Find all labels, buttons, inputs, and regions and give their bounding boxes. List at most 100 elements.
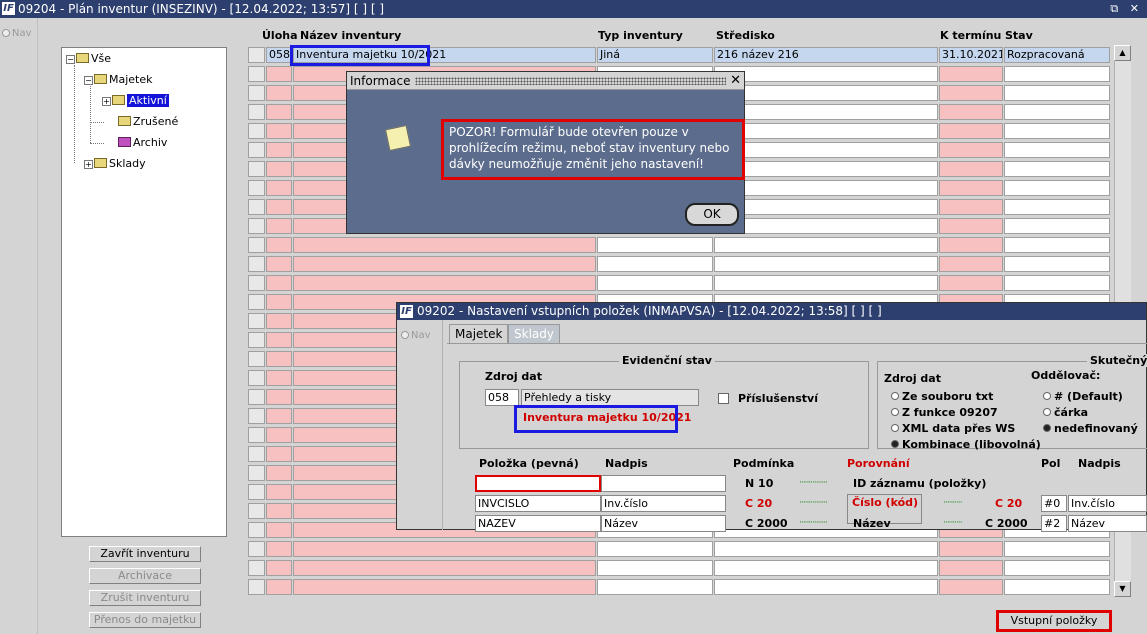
grid-cell[interactable] <box>939 180 1003 196</box>
grid-cell[interactable] <box>1004 256 1110 272</box>
grid-cell[interactable] <box>248 522 265 538</box>
zdroj-code-field[interactable]: 058 <box>485 389 519 406</box>
grid-cell[interactable] <box>293 541 596 557</box>
scroll-up-icon[interactable]: ▲ <box>1114 45 1131 61</box>
grid-cell[interactable] <box>266 332 292 348</box>
grid-cell[interactable] <box>1004 579 1110 595</box>
grid-cell[interactable] <box>266 484 292 500</box>
expand-icon[interactable]: + <box>84 160 93 169</box>
grid-cell[interactable] <box>1004 199 1110 215</box>
tab-sklady[interactable]: Sklady <box>508 324 560 344</box>
grid-cell[interactable] <box>266 313 292 329</box>
grid-cell[interactable] <box>248 123 265 139</box>
grid-cell[interactable] <box>248 66 265 82</box>
grid-cell[interactable] <box>597 275 713 291</box>
radio-sep-undef[interactable]: nedefinovaný <box>1043 422 1138 435</box>
grid-cell[interactable] <box>714 579 938 595</box>
grid-cell[interactable] <box>939 66 1003 82</box>
grid-cell[interactable] <box>266 427 292 443</box>
grid-cell[interactable] <box>248 104 265 120</box>
grid-cell[interactable] <box>597 560 713 576</box>
collapse-icon[interactable]: − <box>84 76 93 85</box>
radio-source-func[interactable]: Z funkce 09207 <box>891 406 998 419</box>
tree-node-majetek[interactable]: − Majetek <box>84 72 153 88</box>
scroll-down-icon[interactable]: ▼ <box>1114 581 1131 597</box>
cell-stav[interactable]: Rozpracovaná <box>1004 47 1110 63</box>
close-icon[interactable]: ✕ <box>730 72 741 90</box>
grid-cell[interactable] <box>248 560 265 576</box>
grid-cell[interactable] <box>939 275 1003 291</box>
grid-cell[interactable] <box>1004 66 1110 82</box>
grid-cell[interactable] <box>248 408 265 424</box>
grid-cell[interactable] <box>248 370 265 386</box>
grid-cell[interactable] <box>248 332 265 348</box>
archive-button[interactable]: Archivace <box>89 568 201 584</box>
grid-cell[interactable] <box>248 180 265 196</box>
grid-cell[interactable] <box>248 465 265 481</box>
grid-cell[interactable] <box>248 579 265 595</box>
grid-cell[interactable] <box>248 503 265 519</box>
grid-cell[interactable] <box>293 560 596 576</box>
cancel-inventory-button[interactable]: Zrušit inventuru <box>89 590 201 606</box>
grid-cell[interactable] <box>714 142 938 158</box>
grid-cell[interactable] <box>597 579 713 595</box>
grid-cell[interactable] <box>597 541 713 557</box>
grid-cell[interactable] <box>939 541 1003 557</box>
nadpis-field[interactable] <box>601 475 726 492</box>
win2-nav-button[interactable]: Nav <box>401 330 431 341</box>
grid-cell[interactable] <box>714 256 938 272</box>
grid-cell[interactable] <box>1004 237 1110 253</box>
grid-cell[interactable] <box>266 370 292 386</box>
grid-cell[interactable] <box>266 275 292 291</box>
grid-cell[interactable] <box>1004 161 1110 177</box>
grid-cell[interactable] <box>714 199 938 215</box>
grid-cell[interactable] <box>1004 85 1110 101</box>
grid-cell[interactable] <box>248 161 265 177</box>
tree-node-zrusene[interactable]: Zrušené <box>118 114 178 130</box>
grid-cell[interactable] <box>266 351 292 367</box>
grid-cell[interactable] <box>248 446 265 462</box>
radio-source-combo[interactable]: Kombinace (libovolná) <box>891 438 1041 451</box>
grid-cell[interactable] <box>248 199 265 215</box>
nadpis-field[interactable]: Název <box>601 515 726 532</box>
grid-cell[interactable] <box>266 104 292 120</box>
tree-node-vse[interactable]: − Vše <box>66 51 111 67</box>
nadpis2-field[interactable]: Inv.číslo <box>1068 495 1147 512</box>
grid-cell[interactable] <box>939 199 1003 215</box>
grid-cell[interactable] <box>1004 218 1110 234</box>
grid-cell[interactable] <box>266 180 292 196</box>
grid-cell[interactable] <box>266 66 292 82</box>
grid-cell[interactable] <box>714 66 938 82</box>
grid-cell[interactable] <box>248 484 265 500</box>
grid-cell[interactable] <box>1004 142 1110 158</box>
grid-cell[interactable] <box>266 199 292 215</box>
tree-node-aktivni[interactable]: + Aktivní <box>102 93 169 109</box>
grid-cell[interactable] <box>939 123 1003 139</box>
nadpis2-field[interactable]: Název <box>1068 515 1147 532</box>
grid-cell[interactable] <box>266 218 292 234</box>
grid-cell[interactable] <box>1004 180 1110 196</box>
grid-cell[interactable] <box>714 104 938 120</box>
grid-cell[interactable] <box>248 142 265 158</box>
cell-uloha[interactable]: 058 <box>266 47 292 63</box>
grid-cell[interactable] <box>293 237 596 253</box>
grid-cell[interactable] <box>266 446 292 462</box>
grid-cell[interactable] <box>248 218 265 234</box>
grid-cell[interactable] <box>266 503 292 519</box>
nav-button[interactable]: Nav <box>2 28 32 39</box>
grid-cell[interactable] <box>293 256 596 272</box>
grid-cell[interactable] <box>939 218 1003 234</box>
grid-cell[interactable] <box>939 161 1003 177</box>
grid-cell[interactable] <box>714 161 938 177</box>
grid-cell[interactable] <box>597 237 713 253</box>
polozka-field[interactable]: INVCISLO <box>475 495 601 512</box>
nadpis-field[interactable]: Inv.číslo <box>601 495 726 512</box>
collapse-icon[interactable]: − <box>66 55 75 64</box>
radio-sep-comma[interactable]: čárka <box>1043 406 1088 419</box>
ok-button[interactable]: OK <box>685 203 739 226</box>
grid-cell[interactable] <box>939 104 1003 120</box>
grid-cell[interactable] <box>248 427 265 443</box>
grid-cell[interactable] <box>939 256 1003 272</box>
grid-cell[interactable] <box>939 579 1003 595</box>
grid-cell[interactable] <box>248 275 265 291</box>
